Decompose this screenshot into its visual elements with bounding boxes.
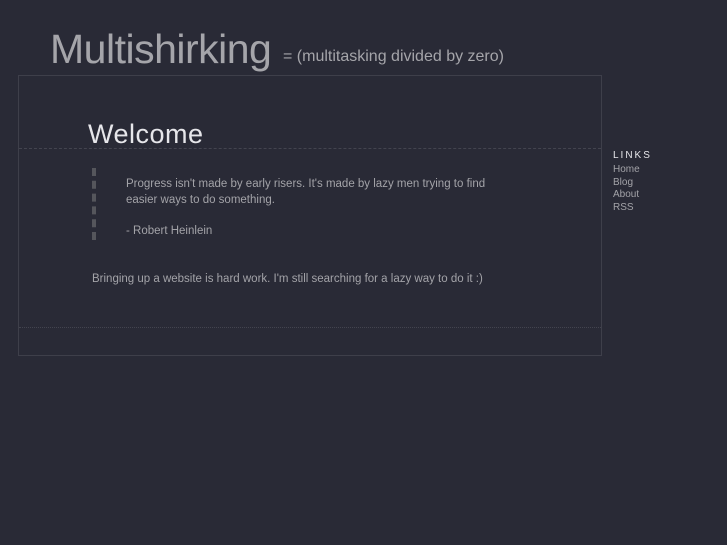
divider [19, 148, 601, 149]
site-tagline: = (multitasking divided by zero) [283, 48, 504, 65]
sidebar-links: LINKS Home Blog About RSS [613, 150, 652, 215]
site-title: Multishirking [50, 26, 272, 72]
link-about[interactable]: About [613, 189, 652, 202]
quote-text: Progress isn't made by early risers. It'… [126, 178, 486, 206]
link-home[interactable]: Home [613, 164, 652, 177]
blockquote: Progress isn't made by early risers. It'… [92, 168, 516, 240]
content-box: Welcome Progress isn't made by early ris… [18, 75, 602, 356]
intro-paragraph: Bringing up a website is hard work. I'm … [92, 273, 483, 285]
links-heading: LINKS [613, 150, 652, 161]
divider [19, 327, 601, 328]
quote-author: - Robert Heinlein [126, 225, 213, 237]
link-rss[interactable]: RSS [613, 202, 652, 215]
link-blog[interactable]: Blog [613, 177, 652, 190]
page-heading: Welcome [88, 119, 204, 149]
